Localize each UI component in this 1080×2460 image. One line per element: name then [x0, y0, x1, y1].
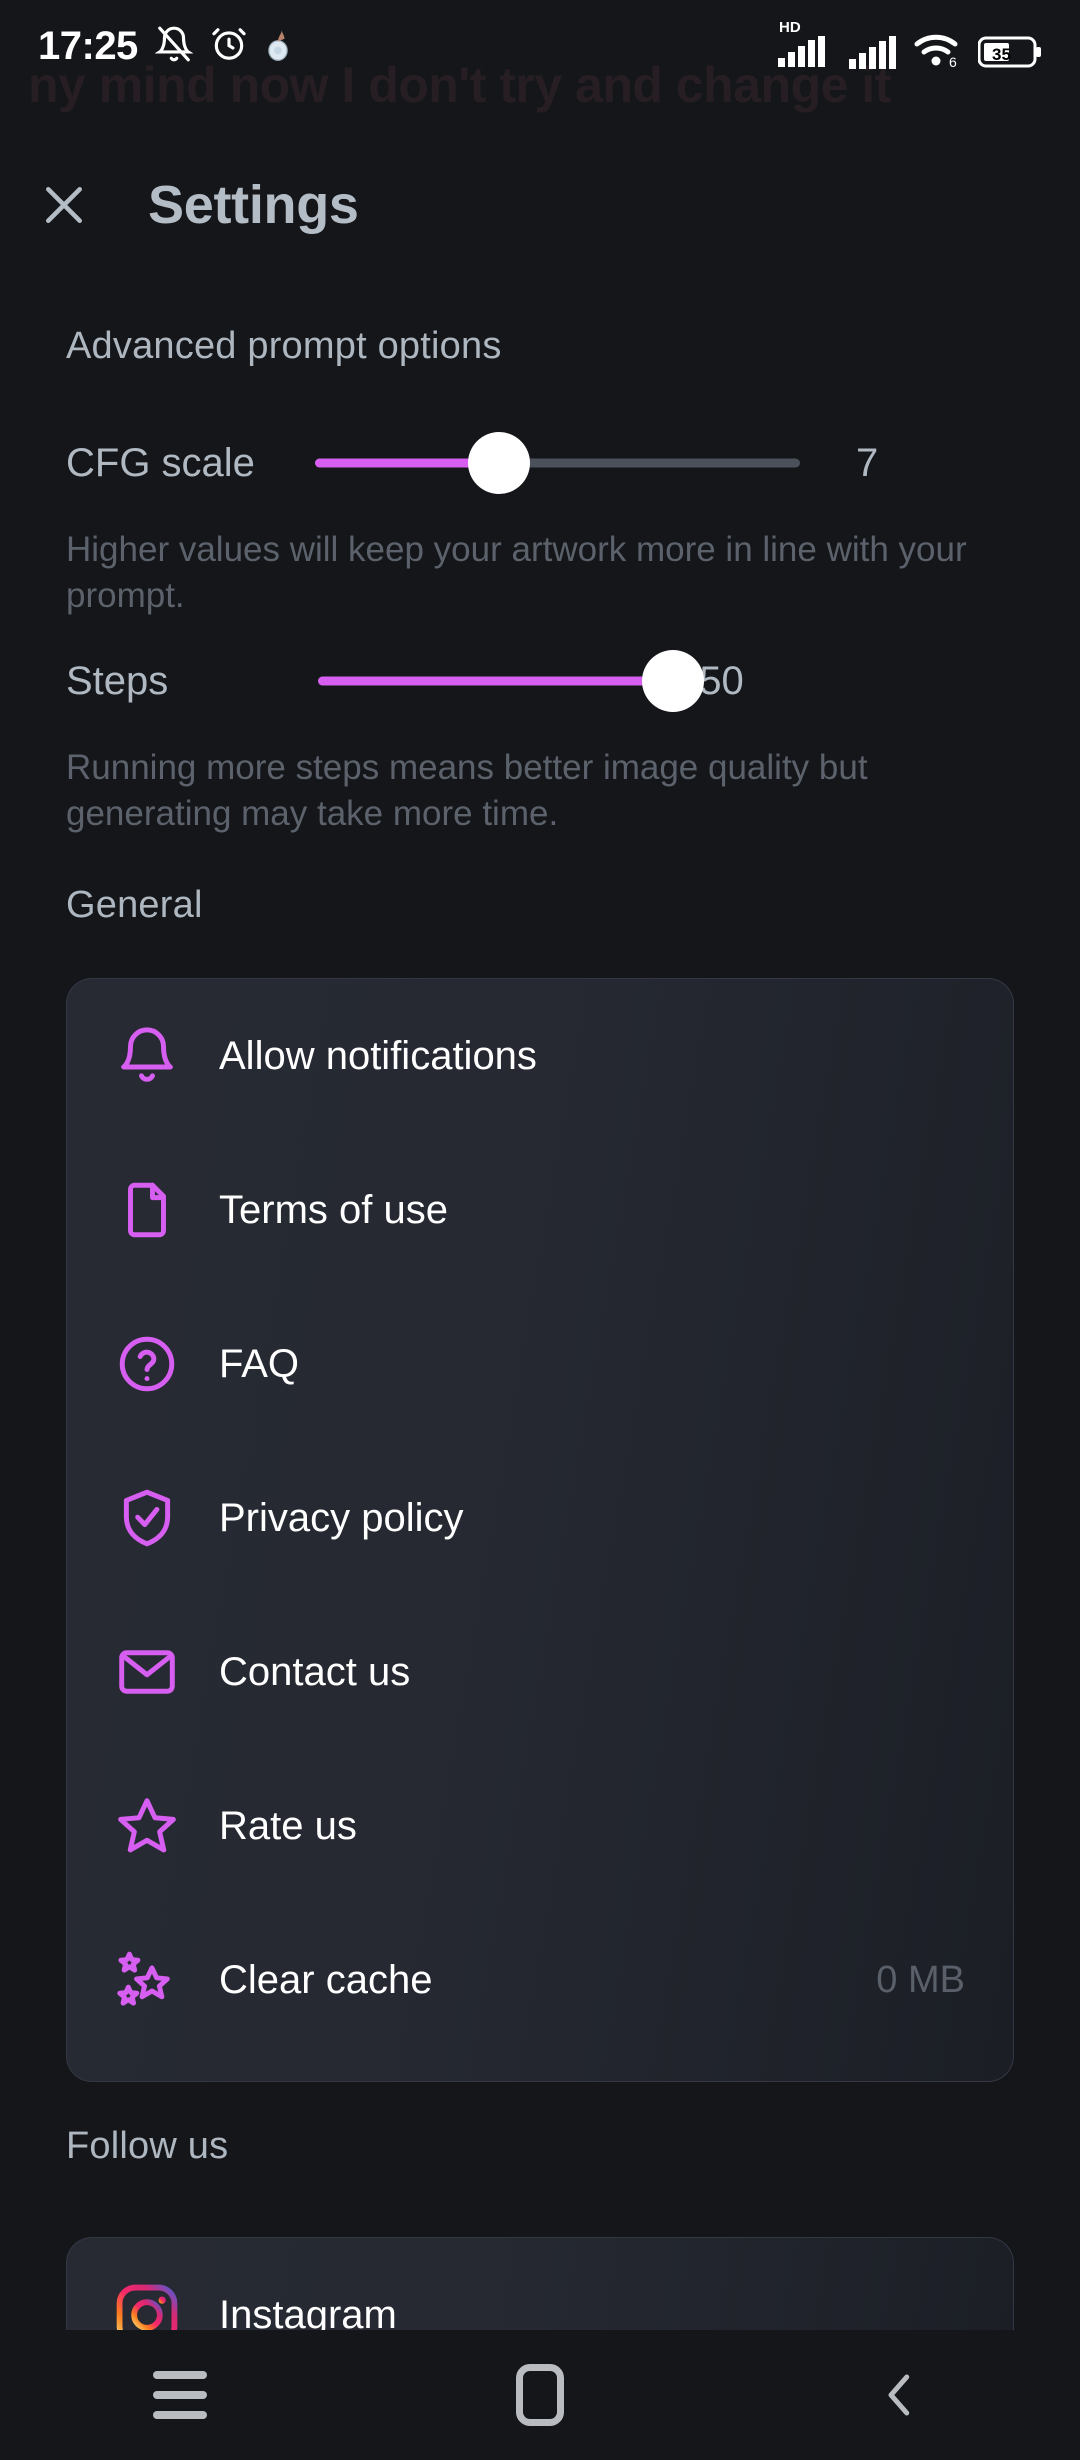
signal-1-icon: HD — [777, 18, 833, 75]
general-card: Allow notifications Terms of use FAQ Privac… — [66, 978, 1014, 2082]
alarm-clock-icon — [210, 25, 248, 68]
list-item-value: 0 MB — [876, 1958, 965, 2001]
list-item-label: Clear cache — [219, 1957, 433, 2002]
signal-2-icon — [848, 34, 898, 75]
steps-slider-thumb[interactable] — [642, 650, 705, 712]
shield-check-icon — [123, 1489, 171, 1547]
steps-row[interactable]: Steps 50 — [0, 646, 1080, 716]
list-item[interactable]: Clear cache 0 MB — [67, 1903, 1013, 2057]
general-list: Allow notifications Terms of use FAQ Privac… — [67, 979, 1013, 2057]
recents-icon — [153, 2371, 207, 2419]
cfg-scale-helper-text: Higher values will keep your artwork mor… — [66, 530, 967, 616]
cfg-scale-slider[interactable] — [314, 428, 800, 498]
status-bar-left: 17:25 — [38, 25, 291, 68]
question-circle-icon — [111, 1328, 183, 1400]
back-button[interactable] — [825, 2340, 975, 2450]
list-item-label: Contact us — [219, 1649, 411, 1694]
svg-text:35: 35 — [992, 45, 1011, 64]
star-icon — [118, 1798, 176, 1853]
sparkle-stars-icon — [117, 1951, 170, 2006]
back-icon — [888, 2374, 910, 2416]
list-item[interactable]: Terms of use — [67, 1133, 1013, 1287]
cfg-scale-value: 7 — [855, 440, 879, 485]
status-bar-right: HD 6 35 — [777, 18, 1044, 75]
page-title: Settings — [148, 175, 359, 235]
recents-button[interactable] — [105, 2340, 255, 2450]
close-icon — [46, 187, 82, 223]
list-item-label: Allow notifications — [219, 1033, 537, 1078]
app-small-icon — [265, 27, 291, 66]
page-header: Settings — [0, 150, 1080, 260]
steps-helper-text: Running more steps means better image qu… — [66, 748, 868, 834]
envelope-icon — [111, 1636, 183, 1708]
section-title-follow-us: Follow us — [66, 2125, 229, 2167]
envelope-icon — [119, 1650, 175, 1694]
status-bar: 17:25 HD 6 35 — [0, 0, 1080, 92]
bell-icon — [121, 1027, 173, 1082]
home-button[interactable] — [465, 2340, 615, 2450]
section-title-general: General — [66, 884, 203, 926]
section-title-advanced: Advanced prompt options — [66, 325, 502, 367]
sparkle-stars-icon — [111, 1944, 183, 2016]
document-icon — [128, 1182, 166, 1238]
list-item[interactable]: Rate us — [67, 1749, 1013, 1903]
list-item-label: FAQ — [219, 1341, 300, 1386]
cfg-slider-thumb[interactable] — [468, 432, 531, 494]
cfg-scale-row[interactable]: CFG scale 7 — [0, 428, 1080, 498]
list-item[interactable]: Allow notifications — [67, 979, 1013, 1133]
list-item-label: Rate us — [219, 1803, 357, 1848]
home-icon — [516, 2364, 564, 2426]
close-button[interactable] — [16, 157, 112, 253]
list-item[interactable]: Contact us — [67, 1595, 1013, 1749]
status-time: 17:25 — [38, 24, 138, 68]
list-item[interactable]: FAQ — [67, 1287, 1013, 1441]
android-nav-bar — [0, 2330, 1080, 2460]
bell-muted-icon — [154, 25, 194, 68]
svg-text:6: 6 — [949, 54, 957, 70]
list-item-label: Terms of use — [219, 1187, 448, 1232]
svg-text:HD: HD — [779, 19, 801, 36]
star-icon — [111, 1790, 183, 1862]
steps-label: Steps — [66, 658, 169, 703]
question-circle-icon — [119, 1336, 175, 1392]
shield-check-icon — [111, 1482, 183, 1554]
wifi-6-icon: 6 — [913, 30, 963, 75]
cfg-scale-label: CFG scale — [66, 440, 255, 485]
list-item-label: Privacy policy — [219, 1495, 464, 1540]
steps-slider[interactable] — [318, 646, 705, 716]
bell-icon — [111, 1020, 183, 1092]
settings-screen: ny mind now I don't try and change it 17… — [0, 0, 1080, 2460]
battery-icon: 35 — [977, 34, 1044, 75]
steps-value: 50 — [699, 658, 744, 703]
document-icon — [111, 1174, 183, 1246]
list-item[interactable]: Privacy policy — [67, 1441, 1013, 1595]
steps-slider-fill — [318, 676, 674, 686]
